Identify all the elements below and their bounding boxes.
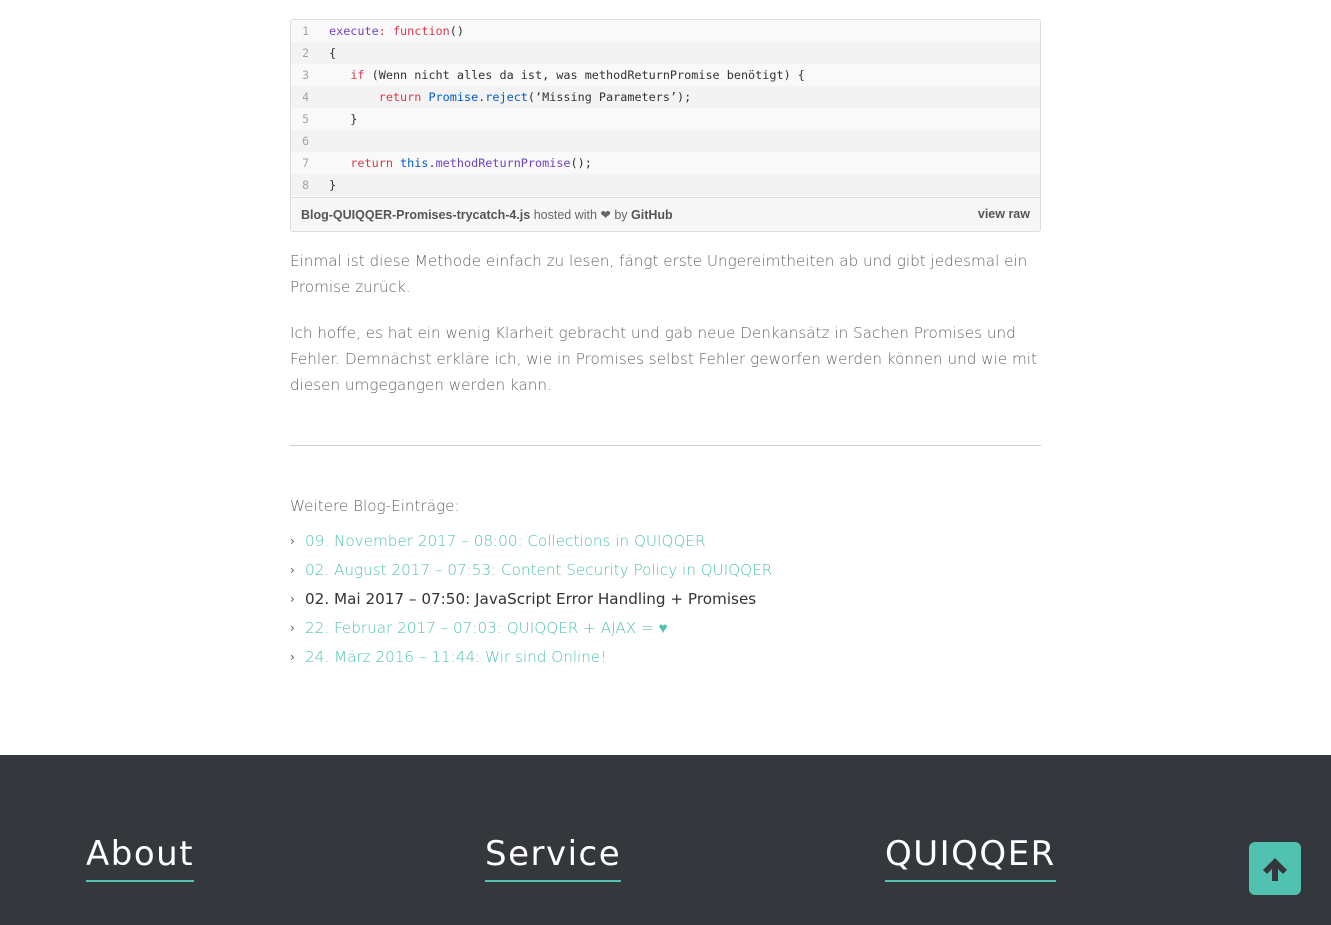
list-item: › 22. Februar 2017 – 07:03: QUIQQER + AJA… [290,613,772,642]
code-text: } [329,112,358,126]
code-text: return this.methodReturnPromise(); [350,156,592,170]
code-line: 1 execute: function() [291,20,1040,42]
line-number: 1 [302,24,309,38]
view-raw-link[interactable]: view raw [978,207,1030,221]
line-number: 5 [302,112,309,126]
footer-service-heading: Service [485,834,622,882]
code-text: return Promise.reject(‘Missing Parameter… [378,90,692,104]
blog-entry-link[interactable]: 22. Februar 2017 – 07:03: QUIQQER + AJAX… [305,619,668,637]
blog-entry-link[interactable]: 09. November 2017 – 08:00: Collections i… [305,532,706,550]
footer-about-heading: About [86,834,195,882]
line-number: 2 [302,46,309,60]
list-item: › 24. März 2016 – 11:44: Wir sind Online! [290,642,772,671]
code-text: execute: function() [329,24,464,38]
line-number: 6 [302,134,309,148]
code-line: 8} [291,174,1040,196]
line-number: 7 [302,156,309,170]
list-item: › 09. November 2017 – 08:00: Collections … [290,526,772,555]
code-text: if (Wenn nicht alles da ist, was methodR… [350,68,805,82]
footer-quiqqer-heading: QUIQQER [885,834,1056,882]
gist-embed: 1 execute: function() 2{3 if (Wenn nicht a… [290,19,1041,232]
code-line: 3 if (Wenn nicht alles da ist, was metho… [291,64,1040,86]
code-block: 1 execute: function() 2{3 if (Wenn nicht a… [291,20,1040,196]
article-paragraph-1: Einmal ist diese Methode einfach zu lese… [290,252,1028,296]
list-item: › 02. Mai 2017 – 07:50: JavaScript Error … [290,584,772,613]
current-entry-label: 02. Mai 2017 – 07:50: JavaScript Error H… [305,589,757,608]
chevron-right-icon: › [290,591,295,606]
chevron-right-icon: › [290,562,295,577]
chevron-right-icon: › [290,620,295,635]
code-line: 4 return Promise.reject(‘Missing Paramet… [291,86,1040,108]
gist-filename-link[interactable]: Blog-QUIQQER-Promises-trycatch-4.js [301,208,530,222]
code-line: 6 [291,130,1040,152]
gist-meta-bar: Blog-QUIQQER-Promises-trycatch-4.js host… [291,197,1040,231]
arrow-up-icon [1263,857,1287,881]
blog-entry-link[interactable]: 24. März 2016 – 11:44: Wir sind Online! [305,648,606,666]
github-link[interactable]: GitHub [631,208,673,222]
chevron-right-icon: › [290,533,295,548]
footer-quiqqer-column: QUIQQER [885,834,1056,882]
line-number: 8 [302,178,309,192]
code-text: { [329,46,337,60]
more-entries-heading: Weitere Blog-Einträge: [290,497,460,515]
chevron-right-icon: › [290,649,295,664]
line-number: 4 [302,90,309,104]
gist-hosted-text: hosted with ❤ by [530,208,632,222]
article-paragraph-2: Ich hoffe, es hat ein wenig Klarheit geb… [290,324,1037,394]
line-number: 3 [302,68,309,82]
code-line: 5 } [291,108,1040,130]
back-to-top-button[interactable] [1249,842,1301,895]
section-divider [290,445,1041,446]
more-entries-list: › 09. November 2017 – 08:00: Collections … [290,526,772,671]
code-text: } [329,178,337,192]
footer-about-column: About [86,834,195,882]
blog-entry-link[interactable]: 02. August 2017 – 07:53: Content Securit… [305,561,772,579]
code-line: 2{ [291,42,1040,64]
gist-meta-info: Blog-QUIQQER-Promises-trycatch-4.js host… [301,207,673,222]
footer-service-column: Service [485,834,622,882]
list-item: › 02. August 2017 – 07:53: Content Securi… [290,555,772,584]
code-line: 7 return this.methodReturnPromise(); [291,152,1040,174]
footer: About Service QUIQQER [0,755,1331,925]
